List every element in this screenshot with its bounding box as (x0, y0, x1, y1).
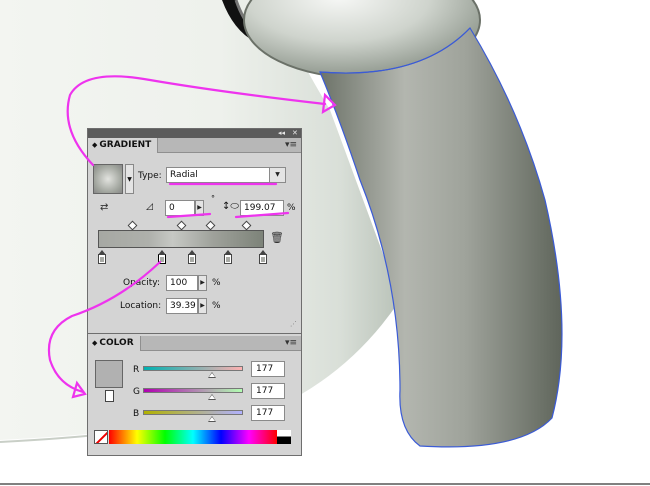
annotation-arrow-top (66, 75, 327, 167)
annotation-arrow-bottom (47, 260, 162, 394)
annotation-arrowhead-top (321, 92, 337, 115)
annotation-underline-aspect (234, 211, 290, 219)
annotation-overlay (47, 75, 337, 399)
annotation-underline-angle (166, 212, 212, 219)
